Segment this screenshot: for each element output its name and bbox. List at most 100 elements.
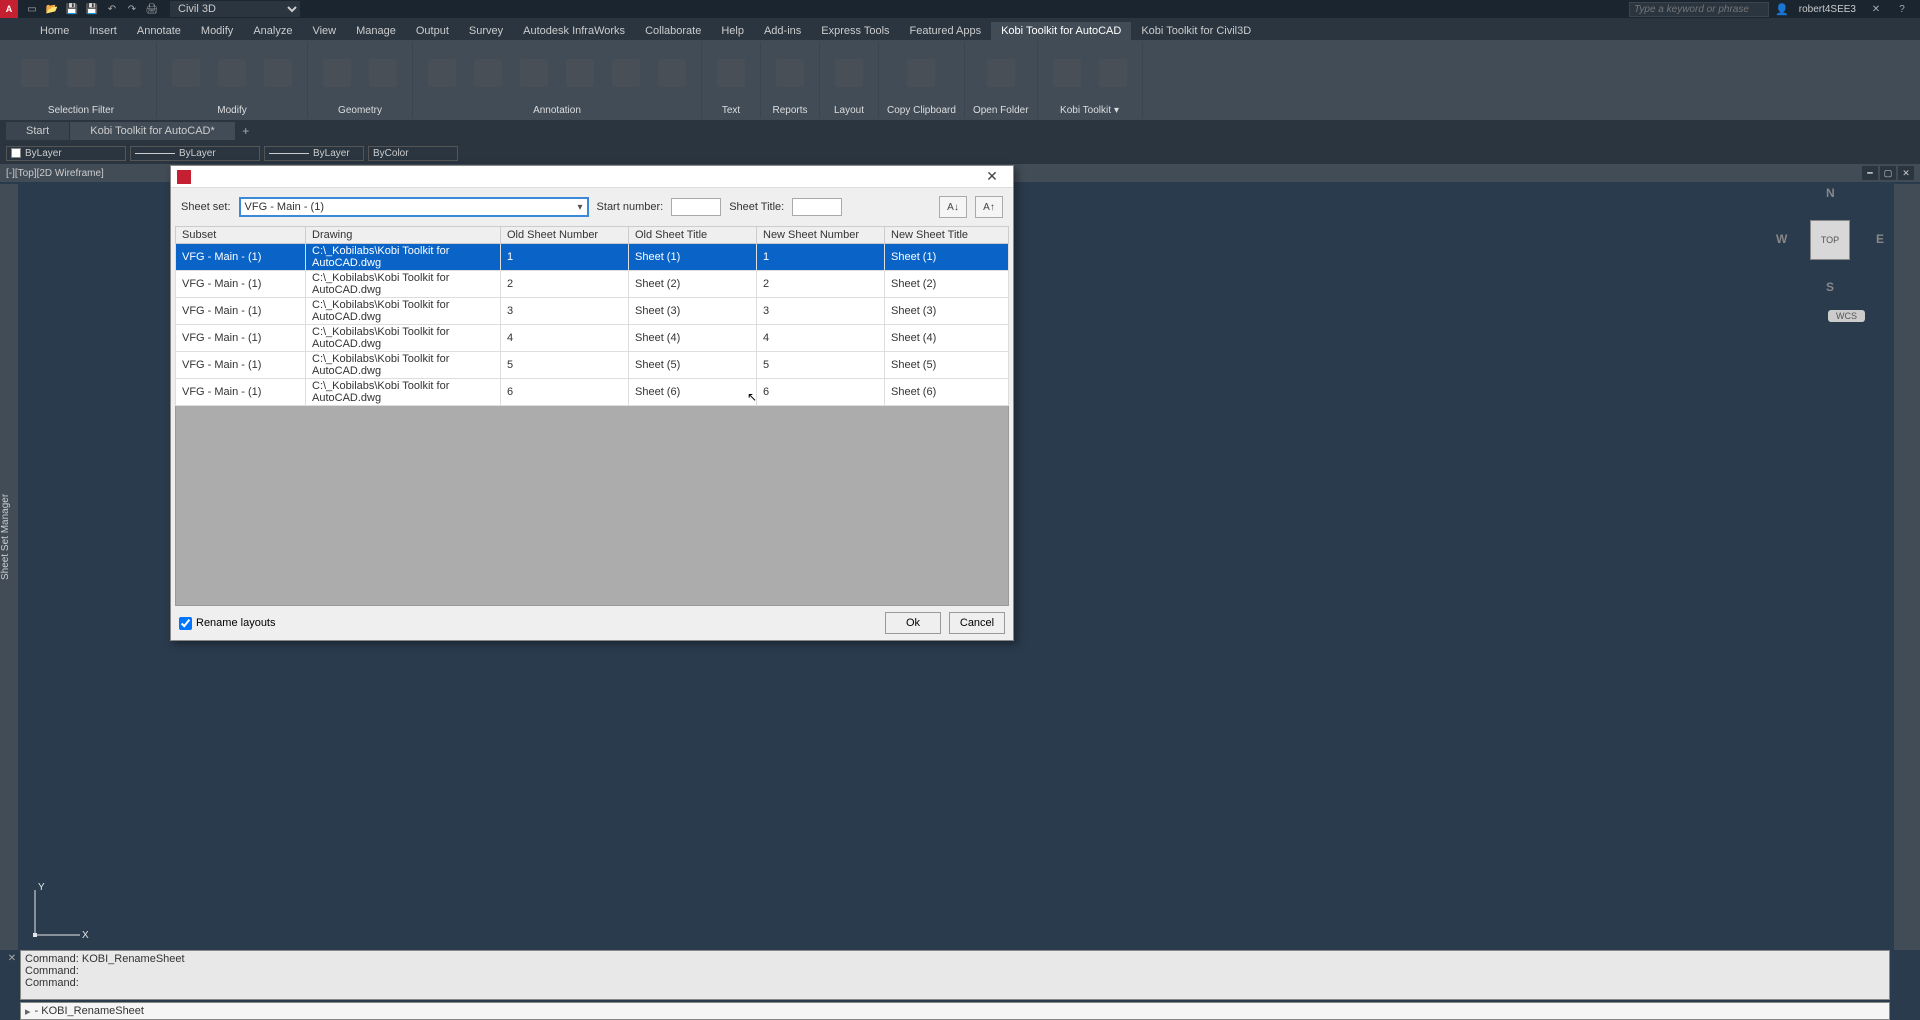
table-header[interactable]: Old Sheet Number	[501, 227, 629, 244]
sort-desc-button[interactable]: A↑	[975, 196, 1003, 218]
viewport-minimize-icon[interactable]: ━	[1862, 166, 1878, 180]
dialog-titlebar[interactable]: ✕	[171, 166, 1013, 188]
ribbon-tab[interactable]: Output	[406, 22, 459, 40]
ribbon-tab[interactable]: Modify	[191, 22, 243, 40]
help-icon[interactable]: ?	[1893, 0, 1911, 18]
viewport-close-icon[interactable]: ✕	[1898, 166, 1914, 180]
command-input[interactable]: ▸ - KOBI_RenameSheet	[20, 1002, 1890, 1020]
ribbon-button[interactable]	[651, 44, 693, 102]
ribbon-tab[interactable]: Collaborate	[635, 22, 711, 40]
new-tab-button[interactable]: +	[236, 124, 256, 138]
doc-tab[interactable]: Kobi Toolkit for AutoCAD*	[70, 122, 236, 140]
color-select[interactable]: ByColor	[368, 146, 458, 161]
workspace-select[interactable]: Civil 3D	[170, 1, 300, 17]
qat-saveas-icon[interactable]: 💾	[83, 0, 101, 18]
cmd-close-icon[interactable]: ✕	[5, 953, 19, 967]
ribbon-button[interactable]	[559, 44, 601, 102]
qat-undo-icon[interactable]: ↶	[103, 0, 121, 18]
ribbon-button[interactable]	[257, 44, 299, 102]
view-cube-face[interactable]: TOP	[1810, 220, 1850, 260]
ribbon-button[interactable]	[828, 44, 870, 102]
ok-button[interactable]: Ok	[885, 612, 941, 634]
ribbon-tab[interactable]: Autodesk InfraWorks	[513, 22, 635, 40]
sheet-set-select[interactable]: VFG - Main - (1) ▾	[239, 197, 589, 217]
table-row[interactable]: VFG - Main - (1)C:\_Kobilabs\Kobi Toolki…	[176, 379, 1009, 406]
exchange-icon[interactable]: ✕	[1867, 0, 1885, 18]
lineweight-select[interactable]: ByLayer	[264, 146, 364, 161]
ribbon-button[interactable]	[1046, 44, 1088, 102]
ribbon-tab[interactable]: Help	[711, 22, 754, 40]
ribbon-tab[interactable]: Add-ins	[754, 22, 811, 40]
tool-icon	[1099, 59, 1127, 87]
ribbon-button[interactable]	[421, 44, 463, 102]
ribbon-panel-dropdown[interactable]: Kobi Toolkit ▾	[1060, 105, 1119, 116]
rename-layouts-checkbox[interactable]: Rename layouts	[179, 617, 276, 630]
ribbon-panel: Selection Filter	[6, 42, 157, 118]
ribbon-button[interactable]	[1092, 44, 1134, 102]
ribbon-button[interactable]	[980, 44, 1022, 102]
ribbon-button[interactable]	[14, 44, 56, 102]
view-cube[interactable]: TOP N S E W	[1780, 190, 1880, 290]
viewport-label[interactable]: [-][Top][2D Wireframe]	[6, 168, 104, 179]
ribbon-tab[interactable]: Kobi Toolkit for AutoCAD	[991, 22, 1131, 40]
start-number-input[interactable]	[671, 198, 721, 216]
ribbon-tab[interactable]: Annotate	[127, 22, 191, 40]
ribbon-tab[interactable]: Manage	[346, 22, 406, 40]
linetype-select[interactable]: ByLayer	[130, 146, 260, 161]
ribbon-button[interactable]	[60, 44, 102, 102]
chevron-down-icon: ▾	[578, 202, 583, 213]
qat-print-icon[interactable]: 🖨	[143, 0, 161, 18]
search-input[interactable]	[1629, 2, 1769, 17]
signin-icon[interactable]: 👤	[1775, 3, 1789, 16]
layer-select[interactable]: ByLayer	[6, 146, 126, 161]
ribbon-tab[interactable]: Insert	[79, 22, 127, 40]
dialog-app-icon	[177, 170, 191, 184]
table-cell: 3	[757, 298, 885, 325]
table-header[interactable]: Subset	[176, 227, 306, 244]
doc-tab[interactable]: Start	[6, 122, 70, 140]
cancel-button[interactable]: Cancel	[949, 612, 1005, 634]
sheet-set-manager-tab[interactable]: Sheet Set Manager	[0, 184, 18, 950]
ribbon-button[interactable]	[710, 44, 752, 102]
user-menu[interactable]: robert4SEE3	[1795, 4, 1860, 15]
ribbon-tab[interactable]: Express Tools	[811, 22, 899, 40]
table-header[interactable]: Old Sheet Title	[629, 227, 757, 244]
ribbon-tab[interactable]: View	[302, 22, 346, 40]
ribbon-button[interactable]	[467, 44, 509, 102]
ribbon-tab[interactable]: Home	[30, 22, 79, 40]
ribbon-button[interactable]	[165, 44, 207, 102]
ribbon-button[interactable]	[769, 44, 811, 102]
dialog-close-button[interactable]: ✕	[977, 168, 1007, 185]
table-cell: 5	[757, 352, 885, 379]
sheet-title-input[interactable]	[792, 198, 842, 216]
qat-open-icon[interactable]: 📂	[43, 0, 61, 18]
ribbon-button[interactable]	[316, 44, 358, 102]
table-header[interactable]: New Sheet Title	[885, 227, 1009, 244]
rename-layouts-check-input[interactable]	[179, 617, 192, 630]
qat-new-icon[interactable]: ▭	[23, 0, 41, 18]
ribbon-button[interactable]	[106, 44, 148, 102]
ribbon-button[interactable]	[513, 44, 555, 102]
table-header[interactable]: Drawing	[306, 227, 501, 244]
table-row[interactable]: VFG - Main - (1)C:\_Kobilabs\Kobi Toolki…	[176, 298, 1009, 325]
table-row[interactable]: VFG - Main - (1)C:\_Kobilabs\Kobi Toolki…	[176, 244, 1009, 271]
table-row[interactable]: VFG - Main - (1)C:\_Kobilabs\Kobi Toolki…	[176, 325, 1009, 352]
qat-redo-icon[interactable]: ↷	[123, 0, 141, 18]
ribbon-button[interactable]	[362, 44, 404, 102]
ribbon-tab[interactable]: Kobi Toolkit for Civil3D	[1131, 22, 1261, 40]
wcs-badge[interactable]: WCS	[1828, 310, 1865, 322]
viewport-maximize-icon[interactable]: ▢	[1880, 166, 1896, 180]
table-row[interactable]: VFG - Main - (1)C:\_Kobilabs\Kobi Toolki…	[176, 352, 1009, 379]
ribbon-body: Selection FilterModifyGeometryAnnotation…	[0, 40, 1920, 120]
table-row[interactable]: VFG - Main - (1)C:\_Kobilabs\Kobi Toolki…	[176, 271, 1009, 298]
ribbon-button[interactable]	[211, 44, 253, 102]
qat-save-icon[interactable]: 💾	[63, 0, 81, 18]
ribbon-tab[interactable]: Survey	[459, 22, 513, 40]
ribbon-button[interactable]	[900, 44, 942, 102]
ribbon-tab[interactable]: Analyze	[243, 22, 302, 40]
table-cell: VFG - Main - (1)	[176, 298, 306, 325]
ribbon-button[interactable]	[605, 44, 647, 102]
sort-asc-button[interactable]: A↓	[939, 196, 967, 218]
table-header[interactable]: New Sheet Number	[757, 227, 885, 244]
ribbon-tab[interactable]: Featured Apps	[900, 22, 992, 40]
